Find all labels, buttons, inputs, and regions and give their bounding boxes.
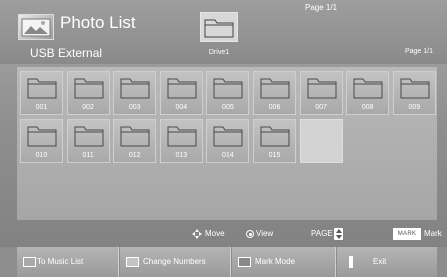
folder-tile[interactable]: 015 bbox=[253, 119, 296, 163]
folder-label: 010 bbox=[35, 152, 48, 159]
help-move-label: Move bbox=[205, 229, 225, 238]
folder-icon bbox=[213, 126, 243, 147]
ok-circle-icon bbox=[246, 230, 254, 238]
folder-icon bbox=[120, 78, 150, 99]
folder-icon bbox=[213, 78, 243, 99]
folder-label: 009 bbox=[408, 104, 421, 111]
folder-tile[interactable]: 001 bbox=[20, 71, 63, 115]
folder-label: 003 bbox=[128, 104, 141, 111]
folder-label: 011 bbox=[82, 152, 94, 159]
mark-mode-label: Mark Mode bbox=[255, 257, 296, 266]
folder-label: 013 bbox=[175, 152, 188, 159]
folder-icon bbox=[120, 126, 150, 147]
folder-label: 015 bbox=[268, 152, 281, 159]
folder-label: 004 bbox=[175, 104, 188, 111]
folder-tile[interactable]: 010 bbox=[20, 119, 63, 163]
folder-label: 008 bbox=[361, 104, 374, 111]
exit-key-icon bbox=[349, 256, 353, 268]
source-label: USB External bbox=[30, 46, 103, 60]
help-bar bbox=[17, 222, 437, 244]
mark-mode-button[interactable]: Mark Mode bbox=[232, 247, 336, 277]
exit-button[interactable]: Exit bbox=[337, 247, 437, 277]
to-music-list-label: To Music List bbox=[37, 257, 84, 266]
drive-label: Drive1 bbox=[208, 49, 230, 56]
folder-tile[interactable]: 003 bbox=[113, 71, 157, 115]
folder-icon bbox=[353, 78, 383, 99]
folder-label: 012 bbox=[128, 152, 141, 159]
folder-tile[interactable]: 013 bbox=[159, 119, 203, 163]
to-music-list-button[interactable]: To Music List bbox=[17, 247, 119, 277]
folder-label: 007 bbox=[315, 104, 327, 111]
exit-label: Exit bbox=[373, 257, 387, 266]
help-mark-label: Mark bbox=[424, 229, 442, 238]
color-key-3-icon bbox=[238, 257, 251, 267]
folder-label: 001 bbox=[35, 104, 48, 111]
page-indicator-top: Page 1/1 bbox=[305, 3, 338, 12]
empty-slot bbox=[299, 119, 343, 163]
folder-icon bbox=[167, 78, 197, 99]
move-arrows-icon bbox=[192, 229, 202, 239]
folder-icon bbox=[27, 126, 57, 147]
function-bar: To Music List Change Numbers Mark Mode E… bbox=[0, 247, 447, 277]
folder-tile[interactable]: 012 bbox=[113, 119, 157, 163]
folder-icon bbox=[260, 126, 290, 147]
folder-tile[interactable]: 007 bbox=[299, 71, 343, 115]
folder-grid: 001 002 003 004 005 006 007 008 009 010 011 012 013 0… bbox=[17, 67, 437, 220]
folder-icon bbox=[74, 126, 104, 147]
change-numbers-label: Change Numbers bbox=[143, 257, 206, 266]
folder-icon bbox=[260, 78, 290, 99]
color-key-2-icon bbox=[126, 257, 139, 267]
page-title: Photo List bbox=[60, 13, 136, 32]
folder-tile[interactable]: 008 bbox=[346, 71, 390, 115]
folder-tile[interactable]: 011 bbox=[66, 119, 110, 163]
folder-tile[interactable]: 002 bbox=[66, 71, 110, 115]
folder-icon bbox=[27, 78, 57, 99]
folder-tile[interactable]: 006 bbox=[253, 71, 296, 115]
drive-folder-button[interactable] bbox=[200, 12, 238, 42]
folder-icon bbox=[167, 126, 197, 147]
photo-list-screen: Photo List USB External Page 1/1 Page 1/… bbox=[0, 0, 447, 277]
folder-icon bbox=[74, 78, 104, 99]
page-updown-icon bbox=[334, 228, 343, 240]
folder-label: 014 bbox=[222, 152, 234, 159]
folder-icon bbox=[307, 78, 337, 99]
help-page-label: PAGE bbox=[311, 229, 333, 238]
folder-tile[interactable]: 014 bbox=[206, 119, 250, 163]
page-indicator-right: Page 1/1 bbox=[404, 48, 433, 55]
folder-label: 005 bbox=[222, 104, 234, 111]
folder-tile[interactable]: 004 bbox=[159, 71, 203, 115]
change-numbers-button[interactable]: Change Numbers bbox=[120, 247, 231, 277]
folder-icon bbox=[204, 19, 234, 38]
folder-tile[interactable]: 009 bbox=[392, 71, 436, 115]
folder-label: 006 bbox=[268, 104, 281, 111]
help-view-label: View bbox=[256, 229, 274, 238]
folder-label: 002 bbox=[82, 104, 94, 111]
mark-key-icon: MARK bbox=[393, 228, 421, 240]
folder-icon bbox=[400, 78, 430, 99]
photo-icon bbox=[18, 14, 54, 40]
color-key-1-icon bbox=[23, 257, 36, 267]
folder-tile[interactable]: 005 bbox=[206, 71, 250, 115]
header-bar: Photo List USB External Page 1/1 Page 1/… bbox=[0, 0, 447, 64]
